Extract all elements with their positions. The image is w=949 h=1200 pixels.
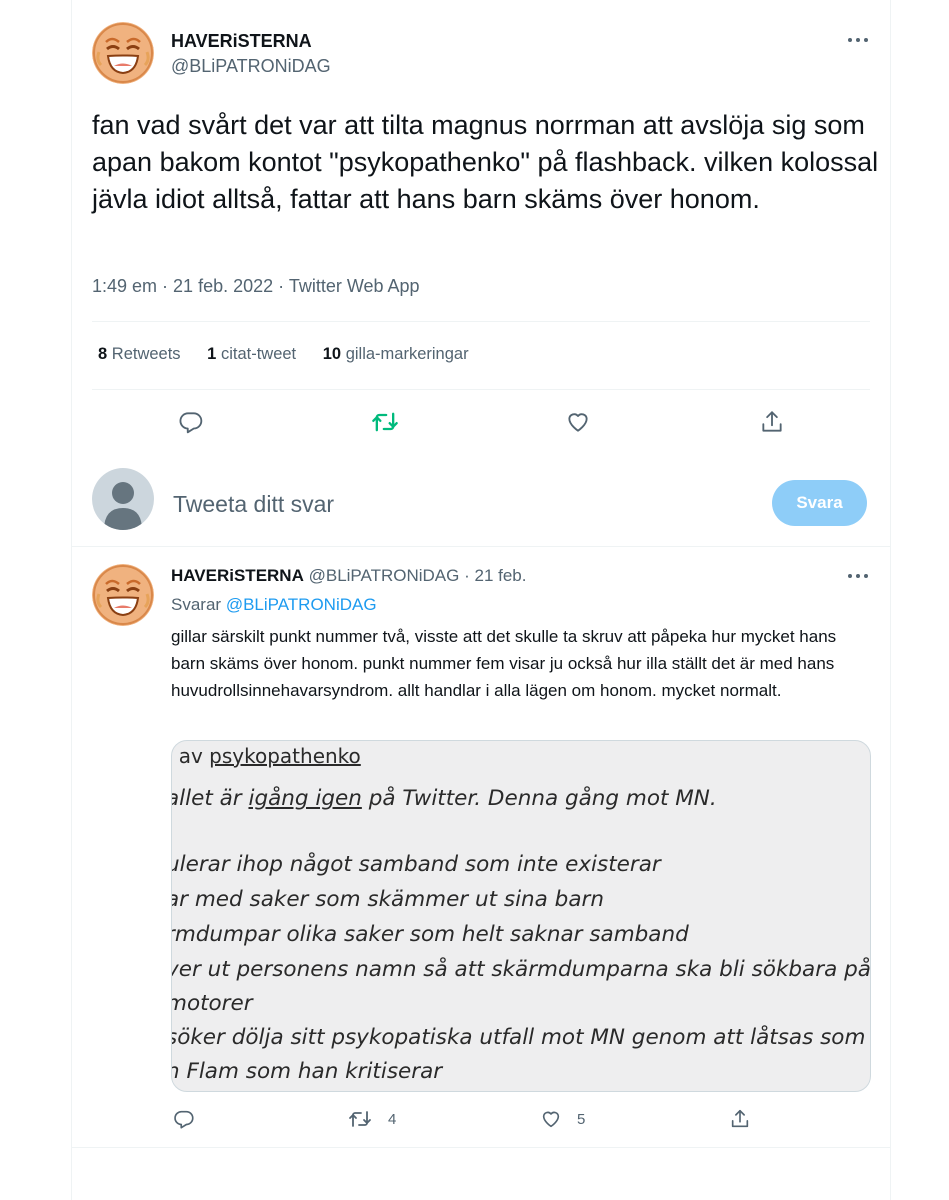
image-line: ar med saker som skämmer ut sina barn [171,887,604,912]
reply-date[interactable]: · 21 feb. [464,566,526,585]
image-line: n Flam som han kritiserar [171,1059,443,1084]
image-line: av psykopathenko [178,744,361,768]
image-line: allet är igång igen på Twitter. Denna gå… [171,786,717,811]
image-line: rmdumpar olika saker som helt saknar sam… [171,922,689,947]
image-line: ver ut personens namn så att skärmdumpar… [171,957,871,982]
tweet-stats: 8 Retweets 1 citat-tweet 10 gilla-marker… [98,345,491,364]
author-avatar[interactable] [92,22,154,84]
replying-to: Svarar @BLiPATRONiDAG [171,595,377,614]
like-icon[interactable] [536,1104,566,1134]
reply-composer: Tweeta ditt svar Svara [72,450,890,547]
default-avatar-icon[interactable] [92,468,154,530]
divider [92,389,870,390]
quotes-stat[interactable]: 1 citat-tweet [207,345,296,363]
tweet-date[interactable]: 21 feb. 2022 [173,276,273,296]
more-icon[interactable] [848,37,870,43]
share-icon[interactable] [725,1104,755,1134]
reply-icon[interactable] [169,1104,199,1134]
author-name[interactable]: HAVERiSTERNA [171,31,312,52]
reply-button[interactable]: Svara [772,480,867,526]
retweet-icon[interactable] [345,1104,375,1134]
author-handle[interactable]: @BLiPATRONiDAG [171,56,331,77]
reply-icon[interactable] [176,407,206,437]
author-handle[interactable]: @BLiPATRONiDAG [309,566,460,585]
attached-image[interactable]: av psykopathenko allet är igång igen på … [171,740,871,1092]
laughing-emoji-avatar [92,22,154,84]
more-icon[interactable] [848,573,870,579]
share-icon[interactable] [757,407,787,437]
retweet-count: 4 [388,1111,397,1128]
divider [92,321,870,322]
reply-text: gillar särskilt punkt nummer två, visste… [171,627,837,700]
separator: · [273,276,289,296]
image-line: motorer [171,991,253,1016]
tweet-source[interactable]: Twitter Web App [289,276,420,296]
author-name[interactable]: HAVERiSTERNA [171,566,304,585]
separator: · [157,276,174,296]
likes-stat[interactable]: 10 gilla-markeringar [323,345,469,363]
tweet-text: fan vad svårt det var att tilta magnus n… [92,110,879,214]
reply-tweet[interactable]: HAVERiSTERNA @BLiPATRONiDAG · 21 feb. Sv… [72,547,890,1148]
image-line: ulerar ihop något samband som inte exist… [171,852,661,877]
like-icon[interactable] [563,407,593,437]
like-count: 5 [577,1111,586,1128]
reply-header: HAVERiSTERNA @BLiPATRONiDAG · 21 feb. [171,566,526,586]
timeline-column: HAVERiSTERNA @BLiPATRONiDAG fan vad svår… [71,0,891,1200]
tweet-time[interactable]: 1:49 em [92,276,157,296]
laughing-emoji-avatar [92,564,154,626]
retweet-icon[interactable] [370,407,400,437]
replying-to-link[interactable]: @BLiPATRONiDAG [226,595,377,614]
retweets-stat[interactable]: 8 Retweets [98,345,181,363]
tweet-meta: 1:49 em · 21 feb. 2022 · Twitter Web App [92,276,420,297]
image-line: söker dölja sitt psykopatiska utfall mot… [171,1025,871,1050]
author-avatar[interactable] [92,564,154,626]
reply-input[interactable]: Tweeta ditt svar [173,491,334,518]
